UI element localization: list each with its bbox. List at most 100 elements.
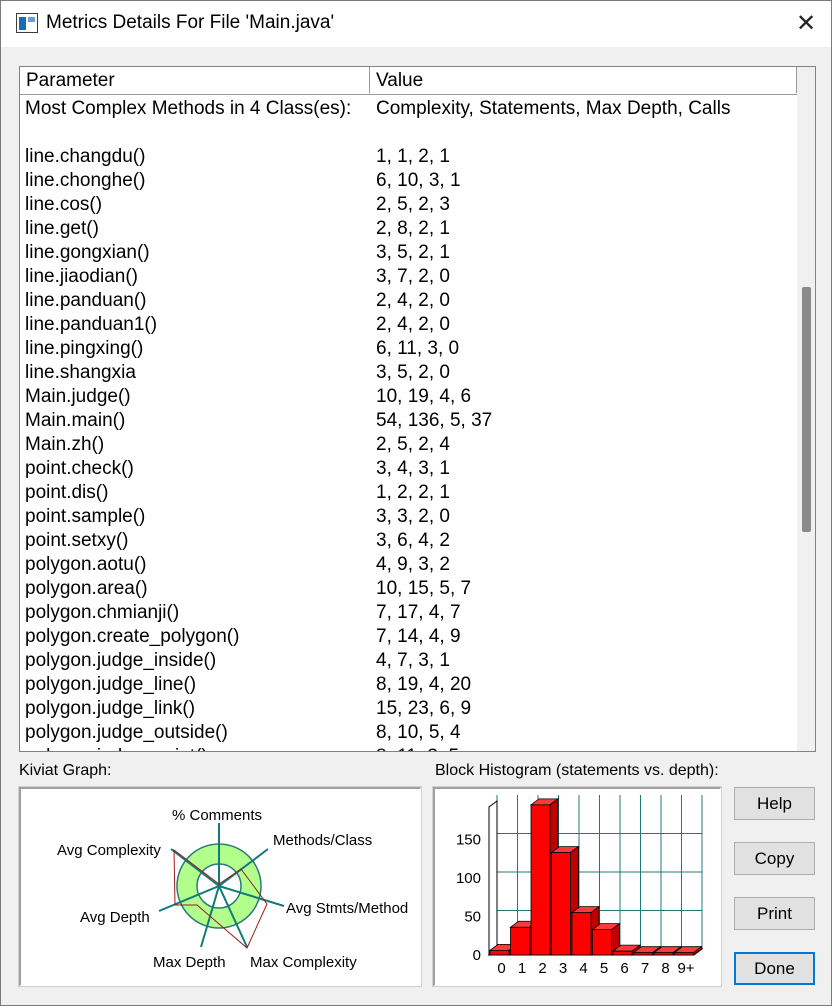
- close-icon[interactable]: ✕: [781, 1, 831, 47]
- cell-value: 2, 8, 2, 1: [376, 218, 450, 239]
- table-row[interactable]: line.changdu() 1, 1, 2, 1: [20, 145, 797, 169]
- bar: [592, 929, 612, 956]
- copy-button[interactable]: Copy: [734, 842, 815, 875]
- kiviat-label: Kiviat Graph:: [19, 762, 112, 779]
- cell-parameter: polygon.chmianji(): [25, 602, 180, 623]
- table-row[interactable]: line.chonghe() 6, 10, 3, 1: [20, 169, 797, 193]
- cell-value: 54, 136, 5, 37: [376, 410, 493, 431]
- x-tick-label: 3: [559, 960, 567, 977]
- cell-value: 1, 1, 2, 1: [376, 146, 450, 167]
- cell-parameter: polygon.judge_inside(): [25, 650, 217, 671]
- cell-parameter: point.sample(): [25, 506, 146, 527]
- print-button[interactable]: Print: [734, 897, 815, 930]
- table-row-summary[interactable]: Most Complex Methods in 4 Class(es): Comp…: [20, 97, 797, 121]
- cell-parameter: polygon.judge_outside(): [25, 722, 228, 743]
- bar: [551, 852, 571, 956]
- table-row[interactable]: point.setxy() 3, 6, 4, 2: [20, 529, 797, 553]
- cell-value: 6, 11, 3, 0: [376, 338, 460, 359]
- cell-parameter: polygon.judge_line(): [25, 674, 197, 695]
- window-title: Metrics Details For File 'Main.java': [46, 12, 335, 33]
- cell-parameter: Main.zh(): [25, 434, 105, 455]
- table-row[interactable]: Main.main() 54, 136, 5, 37: [20, 409, 797, 433]
- table-row[interactable]: polygon.chmianji() 7, 17, 4, 7: [20, 601, 797, 625]
- table-row[interactable]: line.panduan1() 2, 4, 2, 0: [20, 313, 797, 337]
- axis-label-avg-complexity: Avg Complexity: [57, 842, 161, 859]
- cell-parameter: Main.main(): [25, 410, 126, 431]
- cell-parameter: polygon.judge_link(): [25, 698, 196, 719]
- column-header-parameter[interactable]: Parameter: [20, 67, 370, 93]
- histogram-left-wall: [488, 800, 498, 956]
- table-row[interactable]: point.sample() 3, 3, 2, 0: [20, 505, 797, 529]
- bar: [612, 950, 633, 956]
- table-row[interactable]: point.dis() 1, 2, 2, 1: [20, 481, 797, 505]
- bar: [633, 952, 653, 956]
- y-tick-label: 150: [456, 832, 481, 849]
- table-row[interactable]: Main.judge() 10, 19, 4, 6: [20, 385, 797, 409]
- scrollbar-thumb[interactable]: [802, 287, 811, 532]
- cell-parameter: point.setxy(): [25, 530, 129, 551]
- x-tick-label: 2: [538, 960, 546, 977]
- cell-value: 8, 10, 5, 4: [376, 722, 461, 743]
- y-tick-label: 0: [473, 947, 481, 964]
- cell-value: 10, 19, 4, 6: [376, 386, 472, 407]
- cell-parameter: line.get(): [25, 218, 99, 239]
- histogram-label: Block Histogram (statements vs. depth):: [435, 762, 719, 779]
- cell-parameter: line.panduan(): [25, 290, 147, 311]
- cell-parameter: line.jiaodian(): [25, 266, 139, 287]
- cell-value: 8, 11, 3, 5: [376, 746, 459, 751]
- cell-parameter: line.cos(): [25, 194, 103, 215]
- axis-label-max-complexity: Max Complexity: [250, 954, 357, 971]
- table-row[interactable]: line.shangxia 3, 5, 2, 0: [20, 361, 797, 385]
- cell-value: 2, 4, 2, 0: [376, 314, 450, 335]
- table-row[interactable]: polygon.aotu() 4, 9, 3, 2: [20, 553, 797, 577]
- bar: [571, 912, 592, 956]
- x-tick-label: 0: [497, 960, 505, 977]
- table-row[interactable]: polygon.judge_line() 8, 19, 4, 20: [20, 673, 797, 697]
- bar: [510, 926, 530, 956]
- bar: [653, 952, 674, 956]
- table-row[interactable]: line.get() 2, 8, 2, 1: [20, 217, 797, 241]
- cell-value: 15, 23, 6, 9: [376, 698, 472, 719]
- cell-parameter: polygon.judge_point(): [25, 746, 208, 751]
- app-icon: [16, 13, 38, 33]
- table-row[interactable]: point.check() 3, 4, 3, 1: [20, 457, 797, 481]
- done-button[interactable]: Done: [734, 952, 815, 985]
- metrics-table[interactable]: Parameter Value Most Complex Methods in …: [19, 66, 816, 752]
- table-row[interactable]: line.cos() 2, 5, 2, 3: [20, 193, 797, 217]
- cell-parameter: line.gongxian(): [25, 242, 150, 263]
- table-row[interactable]: line.pingxing() 6, 11, 3, 0: [20, 337, 797, 361]
- cell-value: 3, 5, 2, 0: [376, 362, 450, 383]
- cell-value: 3, 7, 2, 0: [376, 266, 450, 287]
- column-header-value[interactable]: Value: [370, 67, 797, 93]
- axis-label-comments: % Comments: [172, 807, 262, 824]
- cell-parameter: polygon.area(): [25, 578, 148, 599]
- cell-parameter: line.changdu(): [25, 146, 146, 167]
- vertical-scrollbar[interactable]: [797, 67, 815, 751]
- cell-parameter: line.chonghe(): [25, 170, 146, 191]
- table-row[interactable]: line.jiaodian() 3, 7, 2, 0: [20, 265, 797, 289]
- x-tick-label: 1: [518, 960, 526, 977]
- cell-value: 3, 6, 4, 2: [376, 530, 450, 551]
- x-tick-label: 6: [620, 960, 628, 977]
- table-row[interactable]: [20, 121, 797, 145]
- axis-label-max-depth: Max Depth: [153, 954, 226, 971]
- axis-label-methods-class: Methods/Class: [273, 832, 372, 849]
- help-button[interactable]: Help: [734, 787, 815, 820]
- table-row[interactable]: line.gongxian() 3, 5, 2, 1: [20, 241, 797, 265]
- table-row[interactable]: Main.zh() 2, 5, 2, 4: [20, 433, 797, 457]
- table-row[interactable]: polygon.judge_point() 8, 11, 3, 5: [20, 745, 797, 751]
- y-tick-label: 50: [464, 909, 481, 926]
- x-tick-label: 8: [661, 960, 669, 977]
- cell-parameter: polygon.aotu(): [25, 554, 147, 575]
- table-row[interactable]: polygon.judge_link() 15, 23, 6, 9: [20, 697, 797, 721]
- table-row[interactable]: polygon.judge_outside() 8, 10, 5, 4: [20, 721, 797, 745]
- cell-value: 7, 17, 4, 7: [376, 602, 461, 623]
- cell-parameter: Most Complex Methods in 4 Class(es):: [25, 98, 352, 119]
- table-row[interactable]: polygon.create_polygon() 7, 14, 4, 9: [20, 625, 797, 649]
- table-row[interactable]: polygon.area() 10, 15, 5, 7: [20, 577, 797, 601]
- table-row[interactable]: line.panduan() 2, 4, 2, 0: [20, 289, 797, 313]
- cell-value: 4, 7, 3, 1: [376, 650, 450, 671]
- kiviat-graph: % Comments Methods/Class Avg Stmts/Metho…: [57, 807, 408, 971]
- metrics-dialog: Metrics Details For File 'Main.java' ✕ P…: [0, 0, 832, 1006]
- table-row[interactable]: polygon.judge_inside() 4, 7, 3, 1: [20, 649, 797, 673]
